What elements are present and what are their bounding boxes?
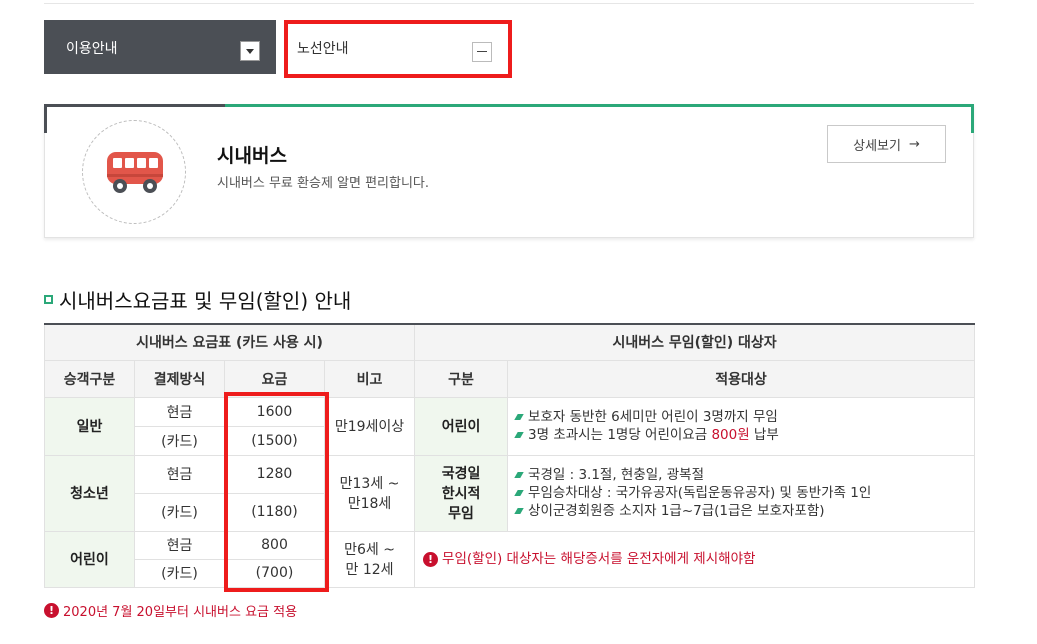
passenger-type: 일반 (44, 396, 135, 456)
payment-card: (카드) (134, 492, 225, 532)
bus-info-card: 시내버스 시내버스 무료 환승제 알면 편리합니다. 상세보기 → (44, 104, 974, 238)
secondary-menu-label: 노선안내 (297, 41, 349, 57)
green-bullet-icon (514, 472, 524, 478)
detail-button-label: 상세보기 (853, 138, 901, 154)
col-passenger: 승객구분 (44, 359, 135, 398)
top-divider (44, 3, 974, 4)
payment-cash: 현금 (134, 396, 225, 427)
payment-card: (카드) (134, 558, 225, 588)
footer-notice-text: 2020년 7월 20일부터 시내버스 요금 적용 (63, 605, 298, 620)
list-item: 보호자 동반한 6세미만 어린이 3명까지 무임 (514, 408, 974, 426)
card-accent-green (225, 104, 974, 107)
header-free: 시내버스 무임(할인) 대상자 (414, 323, 976, 361)
col-payment: 결제방식 (134, 359, 225, 398)
card-accent-dark (44, 104, 225, 107)
square-bullet-icon (44, 295, 53, 304)
secondary-menu-dropdown[interactable]: 노선안내 (284, 20, 512, 78)
fare-cash: 1600 (224, 396, 325, 427)
fare-card: (1500) (224, 425, 325, 456)
passenger-type: 어린이 (44, 530, 135, 588)
section-title: 시내버스요금표 및 무임(할인) 안내 (44, 285, 351, 314)
col-note: 비고 (323, 359, 416, 398)
table-row: 어린이 현금 800 만6세 ~ 만 12세 ! 무임(할인) 대상자는 해당증서… (44, 530, 976, 588)
list-item: 무임승차대상 : 국가유공자(독립운동유공자) 및 동반가족 1인 (514, 484, 974, 502)
fare-cash: 800 (224, 530, 325, 560)
payment-card: (카드) (134, 425, 225, 456)
green-bullet-icon (514, 508, 524, 514)
free-target: 보호자 동반한 6세미만 어린이 3명까지 무임 3명 초과시는 1명당 어린이… (507, 396, 976, 456)
table-row: 청소년 현금 1280 만13세 ~ 만18세 국경일 한시적 무임 국경일 :… (44, 454, 976, 532)
col-target: 적용대상 (507, 359, 976, 398)
card-description: 시내버스 무료 환승제 알면 편리합니다. (217, 176, 430, 191)
col-category: 구분 (414, 359, 509, 398)
card-side-green (971, 105, 974, 133)
fare-card: (1180) (224, 492, 325, 532)
chevron-down-icon[interactable] (240, 41, 260, 61)
fare-cash: 1280 (224, 454, 325, 494)
fare-card: (700) (224, 558, 325, 588)
free-category: 어린이 (414, 396, 509, 456)
free-notice: ! 무임(할인) 대상자는 해당증서를 운전자에게 제시해야함 (414, 530, 976, 588)
note: 만19세이상 (323, 396, 416, 456)
collapse-icon[interactable] (472, 42, 492, 62)
green-bullet-icon (514, 414, 524, 420)
list-item: 국경일 : 3.1절, 현충일, 광복절 (514, 466, 974, 484)
fare-table: 시내버스 요금표 (카드 사용 시) 시내버스 무임(할인) 대상자 승객구분 … (43, 323, 976, 588)
primary-menu-label: 이용안내 (66, 41, 118, 57)
table-row: 일반 현금 1600 만19세이상 어린이 보호자 동반한 6세미만 어린이 3… (44, 396, 976, 456)
free-target: 국경일 : 3.1절, 현충일, 광복절 무임승차대상 : 국가유공자(독립운동… (507, 454, 976, 532)
arrow-right-icon: → (908, 136, 920, 152)
green-bullet-icon (514, 490, 524, 496)
payment-cash: 현금 (134, 530, 225, 560)
list-item: 상이군경회원증 소지자 1급~7급(1급은 보호자포함) (514, 502, 974, 520)
alert-icon: ! (44, 603, 59, 618)
section-title-text: 시내버스요금표 및 무임(할인) 안내 (59, 289, 352, 313)
bus-icon-circle (82, 120, 186, 224)
free-category: 국경일 한시적 무임 (414, 454, 509, 532)
bus-icon (107, 152, 163, 193)
note: 만13세 ~ 만18세 (323, 454, 416, 532)
alert-icon: ! (423, 551, 439, 567)
payment-cash: 현금 (134, 454, 225, 494)
footer-notice: ! 2020년 7월 20일부터 시내버스 요금 적용 (44, 601, 297, 620)
list-item: 3명 초과시는 1명당 어린이요금 800원 납부 (514, 426, 974, 444)
card-title: 시내버스 (217, 145, 287, 167)
passenger-type: 청소년 (44, 454, 135, 532)
green-bullet-icon (514, 432, 524, 438)
card-side-dark (44, 105, 47, 133)
header-fare: 시내버스 요금표 (카드 사용 시) (43, 323, 416, 361)
primary-menu-dropdown[interactable]: 이용안내 (44, 20, 276, 74)
detail-button[interactable]: 상세보기 → (827, 125, 946, 163)
col-fare: 요금 (224, 359, 325, 398)
note: 만6세 ~ 만 12세 (323, 530, 416, 588)
